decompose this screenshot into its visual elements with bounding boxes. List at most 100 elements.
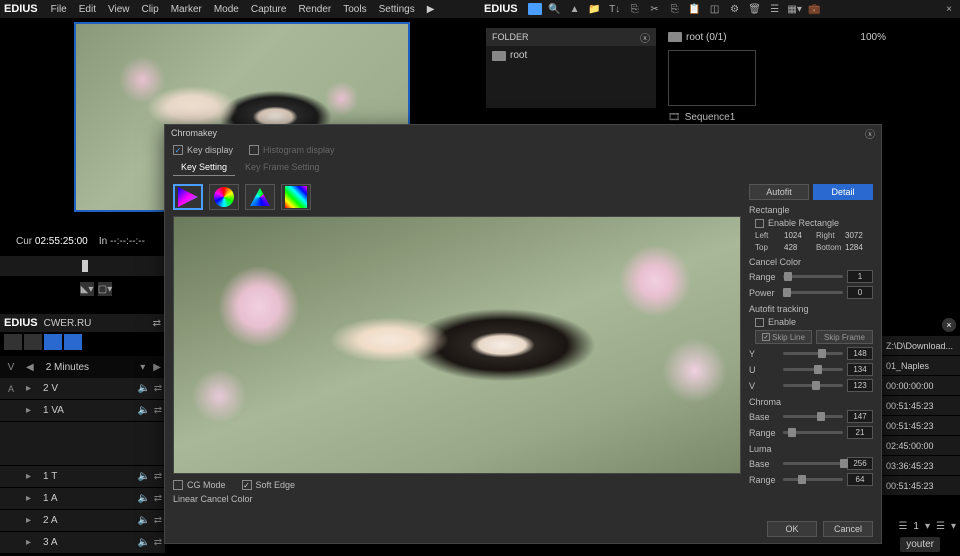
track-row[interactable]: ▸ 1 A 🔈 ⇄ bbox=[0, 488, 165, 510]
cancel-button[interactable]: Cancel bbox=[823, 521, 873, 537]
expand-icon[interactable]: ▸ bbox=[22, 537, 35, 548]
mode-4-icon[interactable] bbox=[64, 334, 82, 350]
new-folder-icon[interactable]: 📁 bbox=[588, 2, 602, 16]
tool-a-icon[interactable]: ◣▾ bbox=[80, 282, 94, 296]
expand-icon[interactable]: ▸ bbox=[22, 471, 35, 482]
track-row[interactable] bbox=[0, 422, 165, 466]
route-icon[interactable]: ⇄ bbox=[151, 537, 165, 548]
text-icon[interactable]: T↓ bbox=[608, 2, 622, 16]
chevron-down-icon[interactable]: ▾ bbox=[951, 521, 956, 532]
clip-item[interactable]: 03:36:45:23 bbox=[882, 456, 960, 476]
clip-item[interactable]: 00:00:00:00 bbox=[882, 376, 960, 396]
y-slider[interactable] bbox=[783, 352, 843, 355]
picker-mode-1[interactable] bbox=[173, 184, 203, 210]
picker-mode-3[interactable] bbox=[245, 184, 275, 210]
zoom-pct[interactable]: 100% bbox=[860, 32, 886, 43]
chroma-base-value[interactable]: 147 bbox=[847, 410, 873, 423]
list-toggle-icon[interactable]: ☰ bbox=[898, 521, 907, 532]
mode-3-icon[interactable] bbox=[44, 334, 62, 350]
menu-edit[interactable]: Edit bbox=[74, 2, 101, 17]
track-row[interactable]: A ▸ 2 V 🔈 ⇄ bbox=[0, 378, 165, 400]
v-value[interactable]: 123 bbox=[847, 379, 873, 392]
mute-icon[interactable]: 🔈 bbox=[137, 405, 151, 416]
clip-item[interactable]: 00:51:45:23 bbox=[882, 416, 960, 436]
luma-range-value[interactable]: 64 bbox=[847, 473, 873, 486]
u-value[interactable]: 134 bbox=[847, 363, 873, 376]
rect-left-value[interactable]: 1024 bbox=[784, 231, 802, 240]
luma-base-value[interactable]: 256 bbox=[847, 457, 873, 470]
picker-mode-2[interactable] bbox=[209, 184, 239, 210]
dialog-preview[interactable] bbox=[173, 216, 741, 474]
enable-rectangle-checkbox[interactable]: Enable Rectangle bbox=[749, 218, 873, 228]
rect-right-value[interactable]: 3072 bbox=[845, 231, 863, 240]
menu-mode[interactable]: Mode bbox=[209, 2, 244, 17]
y-value[interactable]: 148 bbox=[847, 347, 873, 360]
list-icon[interactable]: ☰ bbox=[768, 2, 782, 16]
route-icon[interactable]: ⇄ bbox=[151, 515, 165, 526]
cancel-range-value[interactable]: 1 bbox=[847, 270, 873, 283]
scale-dropdown-icon[interactable]: ▾ bbox=[136, 362, 149, 373]
menu-more-icon[interactable]: ▶ bbox=[422, 2, 440, 17]
tab-keyframe-setting[interactable]: Key Frame Setting bbox=[237, 159, 328, 176]
route-icon[interactable]: ⇄ bbox=[151, 493, 165, 504]
luma-base-slider[interactable] bbox=[783, 462, 843, 465]
autofit-button[interactable]: Autofit bbox=[749, 184, 809, 200]
prev-scale-icon[interactable]: ◀ bbox=[22, 362, 38, 373]
route-icon[interactable]: ⇄ bbox=[151, 471, 165, 482]
menu-capture[interactable]: Capture bbox=[246, 2, 292, 17]
picker-mode-4[interactable] bbox=[281, 184, 311, 210]
settings-icon[interactable]: ⚙ bbox=[728, 2, 742, 16]
folder-open-icon[interactable] bbox=[528, 2, 542, 16]
skip-frame-button[interactable]: Skip Frame bbox=[816, 330, 873, 344]
route-icon[interactable]: ⇄ bbox=[151, 405, 165, 416]
grid-icon[interactable]: ▦▾ bbox=[788, 2, 802, 16]
cancel-range-slider[interactable] bbox=[783, 275, 843, 278]
up-icon[interactable]: ▲ bbox=[568, 2, 582, 16]
menu-settings[interactable]: Settings bbox=[374, 2, 420, 17]
tl-settings-icon[interactable]: ⇄ bbox=[153, 318, 161, 329]
clip-item[interactable]: 01_Naples bbox=[882, 356, 960, 376]
ok-button[interactable]: OK bbox=[767, 521, 817, 537]
clip-path[interactable]: Z:\D\Download... bbox=[882, 336, 960, 356]
cancel-power-slider[interactable] bbox=[783, 291, 843, 294]
clip-icon[interactable]: ⎘ bbox=[628, 2, 642, 16]
next-scale-icon[interactable]: ▶ bbox=[149, 362, 165, 373]
expand-icon[interactable]: ▸ bbox=[22, 515, 35, 526]
close-panel-icon[interactable]: × bbox=[942, 2, 956, 16]
copy-icon[interactable]: ⎘ bbox=[668, 2, 682, 16]
skip-line-button[interactable]: ✓Skip Line bbox=[755, 330, 812, 344]
menu-clip[interactable]: Clip bbox=[136, 2, 163, 17]
track-row[interactable]: ▸ 2 A 🔈 ⇄ bbox=[0, 510, 165, 532]
dialog-close-icon[interactable]: ⓧ bbox=[865, 126, 875, 141]
clip-item[interactable]: 00:51:45:23 bbox=[882, 396, 960, 416]
props-icon[interactable]: ◫ bbox=[708, 2, 722, 16]
tab-key-setting[interactable]: Key Setting bbox=[173, 159, 235, 176]
key-display-checkbox[interactable]: ✓ Key display bbox=[173, 145, 233, 155]
histogram-display-checkbox[interactable]: Histogram display bbox=[249, 145, 335, 155]
expand-icon[interactable]: ▸ bbox=[22, 493, 35, 504]
soft-edge-checkbox[interactable]: ✓ Soft Edge bbox=[242, 480, 296, 490]
mute-icon[interactable]: 🔈 bbox=[137, 515, 151, 526]
bin-sequence-item[interactable]: 🎞 Sequence1 bbox=[662, 110, 892, 125]
cancel-power-value[interactable]: 0 bbox=[847, 286, 873, 299]
bin-thumbnail[interactable] bbox=[668, 50, 756, 106]
expand-icon[interactable]: ▸ bbox=[22, 383, 35, 394]
chevron-down-icon[interactable]: ▾ bbox=[925, 521, 930, 532]
mute-icon[interactable]: 🔈 bbox=[137, 383, 151, 394]
list-icon[interactable]: ☰ bbox=[936, 521, 945, 532]
cut-icon[interactable]: ✂ bbox=[648, 2, 662, 16]
v-slider[interactable] bbox=[783, 384, 843, 387]
cg-mode-checkbox[interactable]: CG Mode bbox=[173, 480, 226, 490]
track-row[interactable]: ▸ 1 T 🔈 ⇄ bbox=[0, 466, 165, 488]
rect-bottom-value[interactable]: 1284 bbox=[845, 243, 863, 252]
detail-button[interactable]: Detail bbox=[813, 184, 873, 200]
route-icon[interactable]: ⇄ bbox=[151, 383, 165, 394]
folder-close-icon[interactable]: ⓧ bbox=[640, 30, 650, 45]
right-panel-close-icon[interactable]: × bbox=[942, 318, 956, 332]
playhead-handle[interactable] bbox=[82, 260, 88, 272]
selection-tag[interactable]: youter bbox=[900, 537, 940, 552]
luma-range-slider[interactable] bbox=[783, 478, 843, 481]
chroma-range-value[interactable]: 21 bbox=[847, 426, 873, 439]
clip-item[interactable]: 02:45:00:00 bbox=[882, 436, 960, 456]
u-slider[interactable] bbox=[783, 368, 843, 371]
